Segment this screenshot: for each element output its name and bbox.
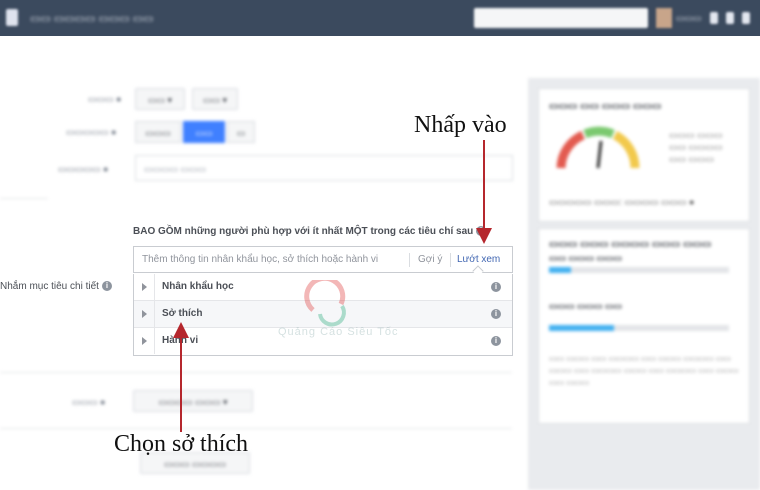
annotation-choose-interests: Chọn sở thích — [114, 431, 249, 457]
info-icon[interactable]: i — [101, 281, 112, 292]
user-name[interactable]: ▭▭▭ — [676, 13, 702, 24]
targeting-placeholder: Thêm thông tin nhân khẩu học, sở thích h… — [142, 254, 379, 265]
gender-male-toggle[interactable]: ▭▭ — [183, 121, 225, 143]
audience-gauge-icon — [556, 126, 640, 169]
audience-size-card: ▭▭▭ ▭▭ ▭▭▭ ▭▭▭ ▭▭▭ ▭▭▭ ▭▭ ▭▭▭▭ ▭▭ ▭▭▭ ▭▭… — [538, 88, 750, 222]
category-label: Hành vi — [162, 335, 199, 346]
help-icon[interactable] — [726, 12, 734, 24]
info-icon[interactable]: i — [476, 226, 487, 237]
account-title: ▭▭ ▭▭▭▭ ▭▭▭ ▭▭ — [30, 13, 154, 25]
triangle-right-icon — [142, 337, 147, 345]
language-label: ▭▭▭▭▭ ● — [58, 164, 109, 174]
suggestions-button[interactable]: Gợi ý — [418, 254, 442, 265]
facebook-logo-icon[interactable] — [6, 9, 18, 26]
top-navigation-bar: ▭▭ ▭▭▭▭ ▭▭▭ ▭▭ ▭▭▭ — [0, 0, 760, 36]
divider — [0, 198, 48, 199]
watermark-text: Quảng Cáo Siêu Tốc — [278, 326, 399, 338]
triangle-right-icon — [142, 310, 147, 318]
watermark-logo: Quảng Cáo Siêu Tốc — [268, 275, 398, 345]
separator — [450, 253, 451, 267]
include-heading: BAO GỒM những người phù hợp với ít nhất … — [133, 226, 487, 237]
info-icon[interactable]: i — [491, 309, 501, 319]
divider — [0, 428, 512, 429]
connections-select[interactable]: ▭▭▭▭ ▭▭▭ ▾ — [133, 390, 253, 412]
gender-label: ▭▭▭▭▭ ● — [66, 127, 117, 137]
connections-label: ▭▭▭ ● — [72, 397, 106, 407]
avatar[interactable] — [656, 8, 672, 28]
notification-icon[interactable] — [710, 12, 718, 24]
info-icon[interactable]: i — [491, 336, 501, 346]
reach-progress-bar — [549, 267, 729, 273]
age-label: ▭▭▭ ● — [88, 94, 122, 104]
search-input[interactable] — [474, 8, 648, 28]
gender-female-toggle[interactable]: ▭ — [227, 121, 255, 143]
info-icon[interactable]: i — [491, 282, 501, 292]
gender-all-toggle[interactable]: ▭▭▭ — [135, 121, 181, 143]
browse-button[interactable]: Lướt xem — [457, 254, 500, 265]
divider — [0, 372, 512, 373]
detailed-targeting-input[interactable]: Thêm thông tin nhân khẩu học, sở thích h… — [133, 246, 513, 277]
age-to-select[interactable]: ▭▭ ▾ — [192, 88, 238, 110]
annotation-click-here: Nhấp vào — [414, 112, 507, 138]
detailed-targeting-label: Nhắm mục tiêu chi tiết i — [0, 281, 112, 292]
settings-icon[interactable] — [742, 12, 750, 24]
language-input[interactable]: ▭▭▭▭ ▭▭▭ — [135, 155, 513, 181]
engagement-progress-bar — [549, 325, 729, 331]
daily-results-card: ▭▭▭ ▭▭▭ ▭▭▭▭ ▭▭▭ ▭▭▭ ▭▭ ▭▭▭ ▭▭▭ ▭▭▭ ▭▭▭ … — [538, 228, 750, 424]
category-label: Nhân khẩu học — [162, 281, 234, 292]
audience-summary-panel: ▭▭▭ ▭▭ ▭▭▭ ▭▭▭ ▭▭▭ ▭▭▭ ▭▭ ▭▭▭▭ ▭▭ ▭▭▭ ▭▭… — [528, 78, 760, 490]
triangle-right-icon — [142, 283, 147, 291]
category-label: Sở thích — [162, 308, 203, 319]
age-from-select[interactable]: ▭▭ ▾ — [135, 88, 185, 110]
separator — [409, 253, 410, 267]
